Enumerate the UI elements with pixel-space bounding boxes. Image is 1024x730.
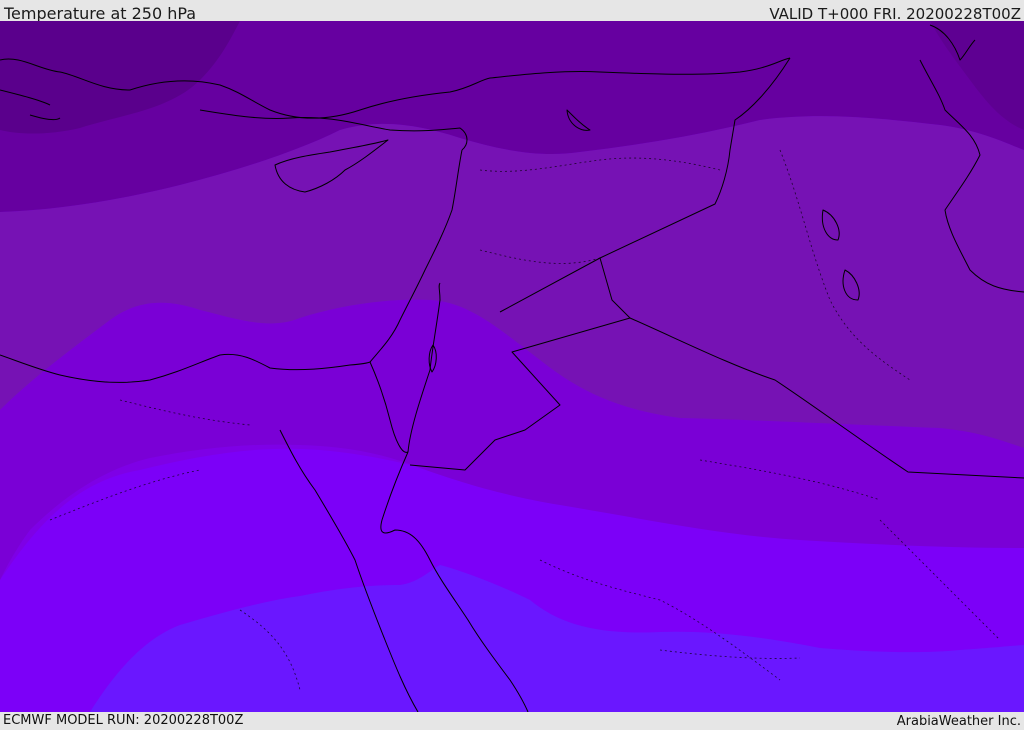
temperature-map-svg (0, 21, 1024, 712)
credit-label: ArabiaWeather Inc. (896, 714, 1021, 729)
model-run-label: ECMWF MODEL RUN: 20200228T00Z (3, 713, 244, 728)
footer-bar: ECMWF MODEL RUN: 20200228T00Z ArabiaWeat… (0, 712, 1024, 729)
header-bar: Temperature at 250 hPa VALID T+000 FRI. … (0, 0, 1024, 23)
weather-map[interactable] (0, 21, 1024, 712)
